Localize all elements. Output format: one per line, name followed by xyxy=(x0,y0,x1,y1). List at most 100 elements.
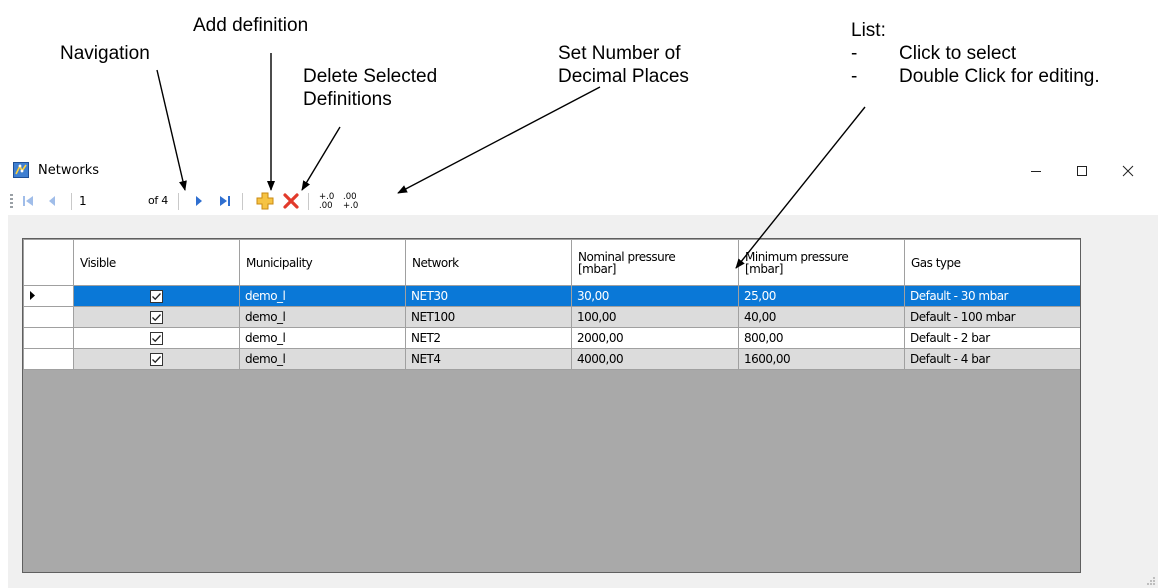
annotation-delete-selected: Delete Selected Definitions xyxy=(303,65,437,111)
decrease-decimals-button[interactable]: .00 +.0 xyxy=(342,191,364,211)
toolbar-separator xyxy=(308,193,309,210)
nominal-pressure-cell[interactable]: 30,00 xyxy=(571,285,739,307)
decrease-decimals-bottom: +.0 xyxy=(343,201,358,211)
nominal-pressure-cell[interactable]: 100,00 xyxy=(571,306,739,328)
column-header-label: Network xyxy=(412,255,459,270)
annotation-add-definition: Add definition xyxy=(193,15,309,36)
table-row[interactable]: demo_l NET2 2000,00 800,00 Default - 2 b… xyxy=(23,327,1080,349)
nominal-pressure-cell[interactable]: 2000,00 xyxy=(571,327,739,349)
delete-button[interactable] xyxy=(280,191,302,211)
move-first-button[interactable] xyxy=(17,191,39,211)
visible-checkbox[interactable] xyxy=(150,290,163,303)
visible-checkbox[interactable] xyxy=(150,332,163,345)
column-header-municipality[interactable]: Municipality xyxy=(239,239,406,286)
gas-type-cell[interactable]: Default - 2 bar xyxy=(904,327,1080,349)
annotation-decimal-places: Set Number of Decimal Places xyxy=(558,42,689,88)
network-cell[interactable]: NET100 xyxy=(405,306,572,328)
row-header-corner[interactable] xyxy=(23,239,74,286)
increase-decimals-button[interactable]: +.0 .00 xyxy=(318,191,340,211)
column-header-unit: [mbar] xyxy=(745,261,783,276)
move-next-icon xyxy=(196,196,202,206)
visible-cell[interactable] xyxy=(73,306,240,328)
annotation-list-item: - Click to select xyxy=(851,42,1100,65)
move-next-button[interactable] xyxy=(188,191,210,211)
networks-app-icon xyxy=(13,162,29,178)
row-header[interactable] xyxy=(23,327,74,349)
row-header[interactable] xyxy=(23,348,74,370)
column-header-network[interactable]: Network xyxy=(405,239,572,286)
network-cell[interactable]: NET30 xyxy=(405,285,572,307)
visible-cell[interactable] xyxy=(73,348,240,370)
municipality-cell[interactable]: demo_l xyxy=(239,306,406,328)
visible-checkbox[interactable] xyxy=(150,353,163,366)
annotation-list-title: List: xyxy=(851,20,886,41)
current-row-indicator-icon xyxy=(30,291,35,300)
maximize-button[interactable] xyxy=(1059,158,1105,184)
minimum-pressure-cell[interactable]: 1600,00 xyxy=(738,348,905,370)
column-header-label: Municipality xyxy=(246,255,313,270)
annotation-list-text: Double Click for editing. xyxy=(899,66,1100,87)
gas-type-cell[interactable]: Default - 4 bar xyxy=(904,348,1080,370)
network-cell[interactable]: NET2 xyxy=(405,327,572,349)
annotation-list: List: - Click to select - Double Click f… xyxy=(851,19,1100,88)
close-button[interactable] xyxy=(1105,158,1151,184)
window-title: Networks xyxy=(38,163,100,178)
resize-grip-icon[interactable] xyxy=(1146,576,1156,586)
annotation-delete-line1: Delete Selected xyxy=(303,66,438,87)
move-first-icon xyxy=(23,196,33,206)
column-header-gas-type[interactable]: Gas type xyxy=(904,239,1080,286)
row-header[interactable] xyxy=(23,306,74,328)
binding-navigator-toolbar: of 4 +.0 .00 .00 +.0 xyxy=(8,187,1158,215)
gas-type-cell[interactable]: Default - 30 mbar xyxy=(904,285,1080,307)
add-icon xyxy=(256,192,274,210)
toolbar-separator xyxy=(178,193,179,210)
toolbar-separator xyxy=(242,193,243,210)
nominal-pressure-cell[interactable]: 4000,00 xyxy=(571,348,739,370)
table-row[interactable]: demo_l NET4 4000,00 1600,00 Default - 4 … xyxy=(23,348,1080,370)
visible-cell[interactable] xyxy=(73,327,240,349)
visible-cell[interactable] xyxy=(73,285,240,307)
networks-data-grid[interactable]: Visible Municipality Network Nominal pre… xyxy=(22,238,1081,573)
networks-window: Networks of 4 xyxy=(8,155,1158,588)
table-row[interactable]: demo_l NET100 100,00 40,00 Default - 100… xyxy=(23,306,1080,328)
annotation-decimal-line2: Decimal Places xyxy=(558,66,689,87)
column-header-row: Visible Municipality Network Nominal pre… xyxy=(23,239,1080,286)
minimize-button[interactable] xyxy=(1013,158,1059,184)
add-button[interactable] xyxy=(254,191,276,211)
municipality-cell[interactable]: demo_l xyxy=(239,285,406,307)
annotation-list-dash: - xyxy=(851,66,858,87)
column-header-label: Visible xyxy=(80,255,116,270)
minimum-pressure-cell[interactable]: 800,00 xyxy=(738,327,905,349)
column-header-visible[interactable]: Visible xyxy=(73,239,240,286)
annotation-delete-line2: Definitions xyxy=(303,89,392,110)
visible-checkbox[interactable] xyxy=(150,311,163,324)
row-header[interactable] xyxy=(23,285,74,307)
position-input[interactable] xyxy=(77,191,143,210)
move-last-icon xyxy=(220,196,230,206)
gas-type-cell[interactable]: Default - 100 mbar xyxy=(904,306,1080,328)
maximize-icon xyxy=(1077,166,1087,176)
minimum-pressure-cell[interactable]: 25,00 xyxy=(738,285,905,307)
municipality-cell[interactable]: demo_l xyxy=(239,348,406,370)
toolbar-separator xyxy=(71,193,72,210)
column-header-nominal-pressure[interactable]: Nominal pressure [mbar] xyxy=(571,239,739,286)
table-row[interactable]: demo_l NET30 30,00 25,00 Default - 30 mb… xyxy=(23,285,1080,307)
minimize-icon xyxy=(1031,171,1041,172)
network-cell[interactable]: NET4 xyxy=(405,348,572,370)
municipality-cell[interactable]: demo_l xyxy=(239,327,406,349)
column-header-minimum-pressure[interactable]: Minimum pressure [mbar] xyxy=(738,239,905,286)
move-previous-icon xyxy=(49,196,55,206)
title-bar: Networks xyxy=(8,155,1158,187)
column-header-unit: [mbar] xyxy=(578,261,616,276)
toolbar-grip[interactable] xyxy=(10,194,13,209)
close-icon xyxy=(1122,165,1134,177)
annotation-list-item: - Double Click for editing. xyxy=(851,65,1100,88)
column-header-label: Gas type xyxy=(911,255,961,270)
minimum-pressure-cell[interactable]: 40,00 xyxy=(738,306,905,328)
annotation-list-dash: - xyxy=(851,43,858,64)
move-previous-button[interactable] xyxy=(41,191,63,211)
move-last-button[interactable] xyxy=(214,191,236,211)
annotation-decimal-line1: Set Number of xyxy=(558,43,681,64)
delete-icon xyxy=(283,193,299,209)
increase-decimals-bottom: .00 xyxy=(319,201,333,211)
